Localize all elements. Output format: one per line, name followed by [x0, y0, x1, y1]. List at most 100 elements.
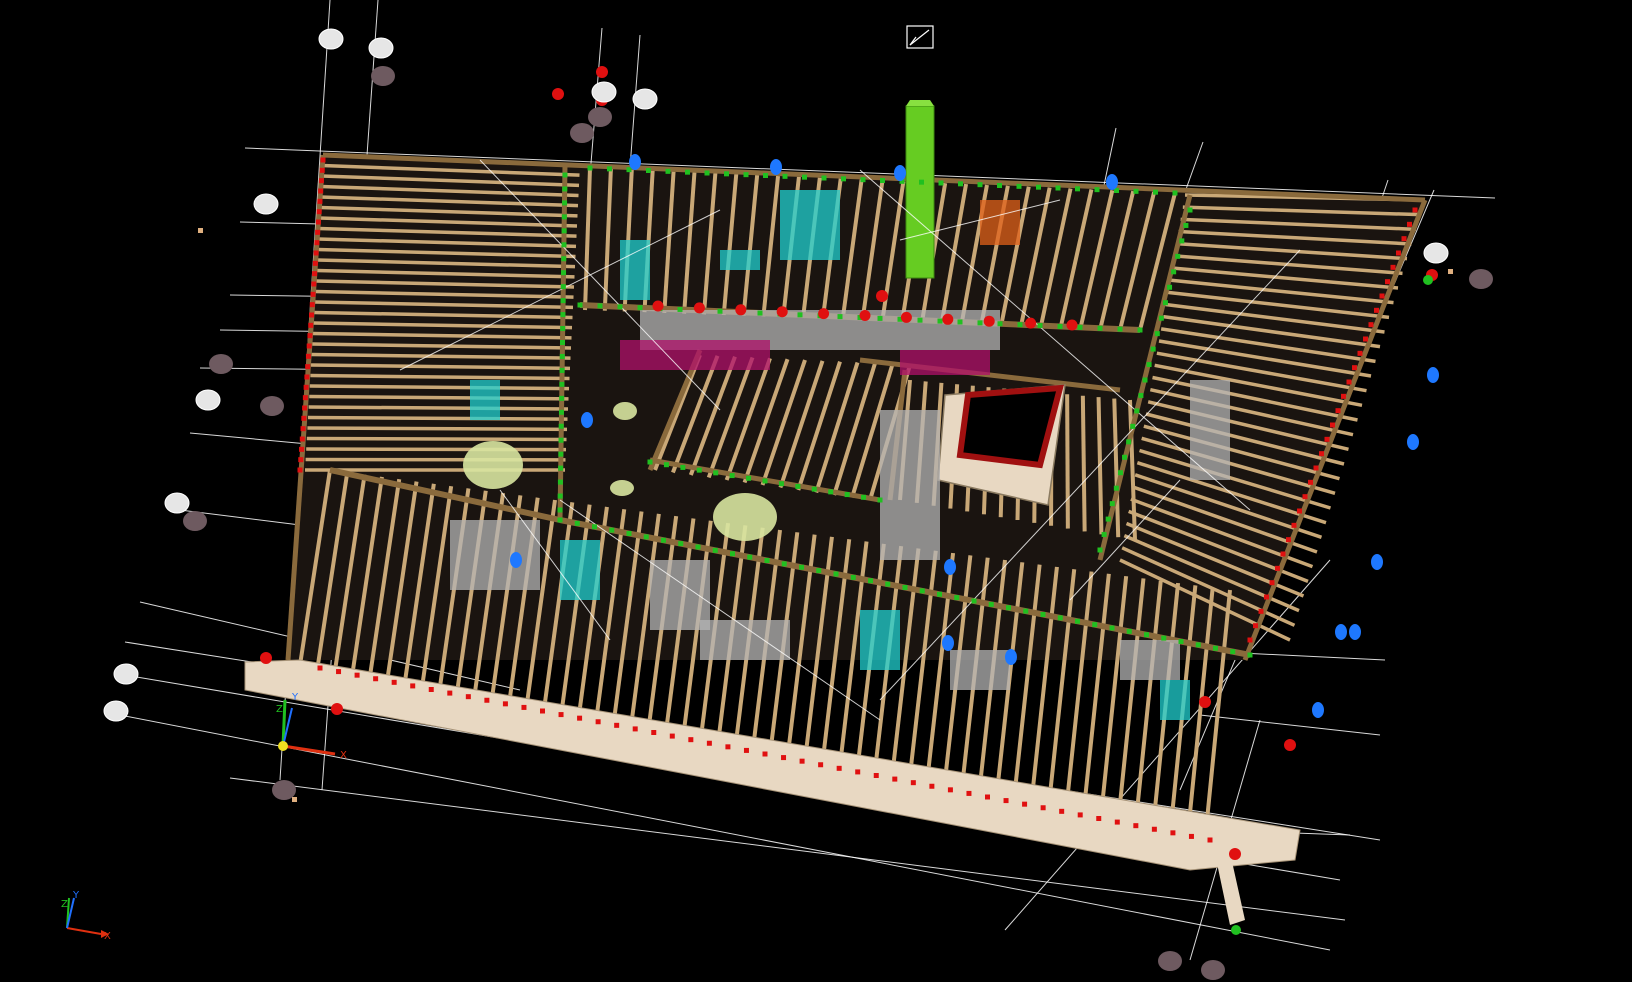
joint-marker-red [929, 783, 935, 789]
joint-marker-green [730, 551, 735, 557]
joint-marker-green [977, 320, 983, 326]
joint-marker-red [1302, 494, 1308, 500]
joint-marker-green [607, 166, 612, 172]
support-point [983, 315, 995, 327]
joint-marker-red [297, 467, 303, 473]
joint-marker-green [997, 321, 1003, 327]
joint-marker-red [1077, 812, 1083, 818]
joint-marker-green [1178, 639, 1184, 644]
joint-marker-green [559, 353, 565, 359]
service-element [560, 540, 600, 600]
joint-marker-red [836, 765, 842, 771]
rafter [1080, 395, 1087, 532]
purlin [307, 426, 568, 432]
grid-bubble [183, 511, 207, 531]
joint-marker-red [354, 672, 360, 678]
joint-marker-green [877, 315, 883, 321]
joint-marker-green [1109, 501, 1115, 507]
grid-bubble [632, 88, 658, 110]
joint-marker-red [577, 715, 583, 721]
joint-marker-red [447, 690, 453, 696]
joint-marker-green [1126, 439, 1132, 445]
joint-marker-red [1059, 808, 1065, 814]
grid-bubble [318, 28, 344, 50]
joint-marker-red [1412, 207, 1418, 213]
support-point [900, 311, 912, 323]
joint-marker-red [1357, 350, 1363, 356]
joint-marker-red [298, 457, 304, 463]
marker-blue [510, 552, 522, 568]
purlin [309, 394, 569, 401]
service-element [1160, 680, 1190, 720]
joint-marker-green [562, 200, 568, 206]
joint-marker-red [669, 733, 675, 739]
joint-marker-red [1040, 805, 1046, 811]
joint-marker-red [1280, 551, 1286, 557]
joint-marker-green [757, 310, 763, 316]
joint-marker-green [1040, 612, 1046, 617]
joint-marker-red [302, 395, 308, 401]
joint-marker-green [1171, 269, 1177, 275]
marker-blue [944, 559, 956, 575]
joint-marker-green [559, 395, 565, 401]
joint-marker-green [1183, 222, 1189, 228]
joint-marker-red [306, 343, 312, 349]
joint-marker-green [1075, 186, 1080, 192]
joint-marker-green [850, 574, 856, 580]
joint-marker-green [833, 571, 839, 577]
roof-framing-model[interactable]: X Z Y X Z Y [0, 0, 1632, 982]
joint-marker-green [1023, 608, 1029, 614]
joint-marker-red [1188, 833, 1194, 839]
joint-marker-green [1097, 547, 1103, 553]
joint-marker-green [574, 520, 580, 526]
joint-marker-green [1092, 622, 1098, 628]
service-element [620, 240, 650, 300]
marker-blue [629, 154, 641, 170]
joint-marker-red [818, 762, 824, 768]
view-cube-icon[interactable] [906, 25, 934, 49]
joint-marker-red [320, 157, 326, 163]
joint-marker-green [617, 304, 623, 310]
support-point [735, 304, 747, 316]
joint-marker-green [561, 228, 567, 234]
joint-marker-red [315, 229, 321, 235]
joint-marker-green [781, 561, 787, 567]
support-point [693, 302, 705, 314]
joint-marker-red [1003, 798, 1009, 804]
axis-triad-icon: X Z Y [61, 890, 111, 942]
support-point-green [1423, 275, 1433, 285]
joint-marker-green [971, 598, 977, 604]
joint-marker-red [1258, 608, 1264, 614]
joint-marker-green [558, 409, 564, 415]
joint-marker-red [1390, 264, 1396, 270]
joint-marker-red [985, 794, 990, 800]
support-point [652, 300, 664, 312]
3d-viewport[interactable]: X Z Y X Z Y [0, 0, 1632, 982]
joint-marker-green [626, 167, 632, 173]
joint-marker-green [560, 298, 566, 304]
joint-marker-green [1158, 315, 1164, 321]
support-point [876, 290, 888, 302]
joint-marker-red [1308, 479, 1313, 485]
skylight-opening [956, 384, 1064, 469]
support-point [942, 313, 954, 325]
joint-marker-red [336, 669, 342, 675]
joint-marker-green [957, 319, 963, 325]
joint-marker-green [661, 537, 666, 543]
support-point [331, 703, 343, 715]
marker-blue [770, 159, 782, 175]
joint-marker-red [1275, 565, 1280, 571]
joint-marker-red [1207, 837, 1213, 843]
purlin [307, 415, 568, 421]
joint-marker-green [841, 176, 846, 182]
marker-blue [894, 165, 906, 181]
joint-marker-red [1253, 623, 1258, 629]
joint-marker-red [1374, 307, 1379, 313]
joint-marker-red [311, 281, 317, 287]
joint-marker-red [1379, 293, 1385, 299]
grid-tag [198, 228, 203, 233]
joint-marker-green [762, 478, 768, 484]
support-point [859, 310, 871, 321]
joint-marker-green [685, 169, 690, 175]
joint-marker-red [319, 167, 325, 173]
